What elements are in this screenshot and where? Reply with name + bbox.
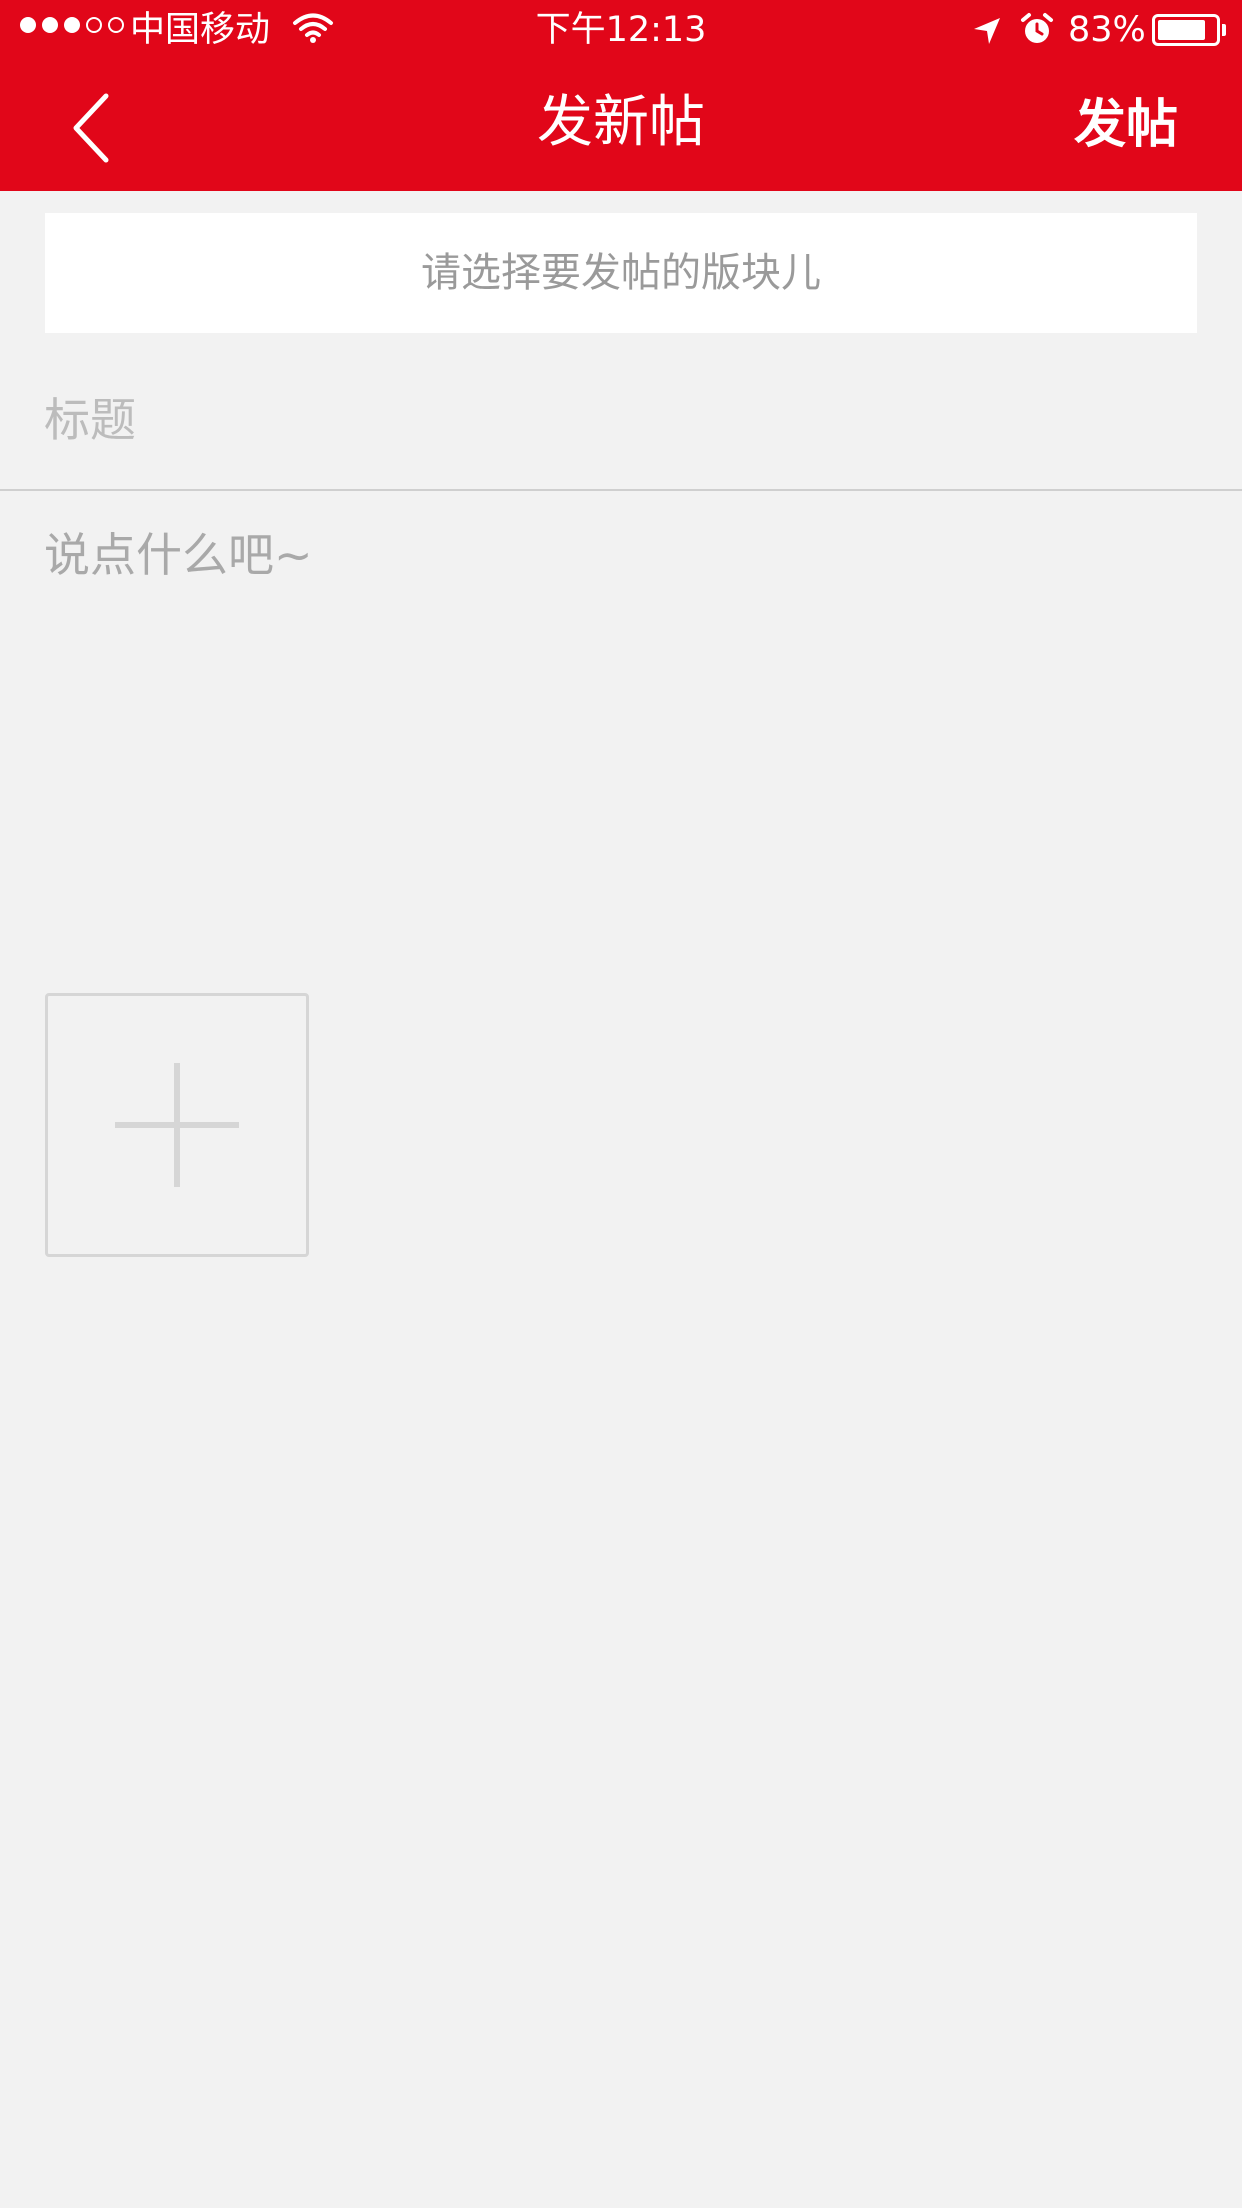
title-input[interactable]: [44, 380, 1194, 460]
battery-percent: 83%: [1068, 10, 1146, 50]
page-title: 发新帖: [537, 90, 705, 155]
battery-icon: [1152, 14, 1220, 46]
battery-tip: [1222, 24, 1226, 36]
content-textarea[interactable]: [44, 520, 1194, 950]
navigation-bar: 中国移动 下午12:13 83% 发新帖 发帖: [0, 0, 1242, 191]
location-arrow-icon: [974, 18, 1000, 44]
battery-level: [1158, 20, 1206, 40]
add-image-button[interactable]: [45, 993, 309, 1257]
alarm-clock-icon: [1021, 13, 1053, 43]
submit-post-button[interactable]: 发帖: [1074, 90, 1178, 160]
board-selector[interactable]: 请选择要发帖的版块儿: [45, 213, 1197, 333]
status-bar: 中国移动 下午12:13 83%: [0, 0, 1242, 60]
plus-icon: [115, 1063, 239, 1187]
divider: [0, 489, 1242, 491]
status-time: 下午12:13: [535, 10, 707, 50]
